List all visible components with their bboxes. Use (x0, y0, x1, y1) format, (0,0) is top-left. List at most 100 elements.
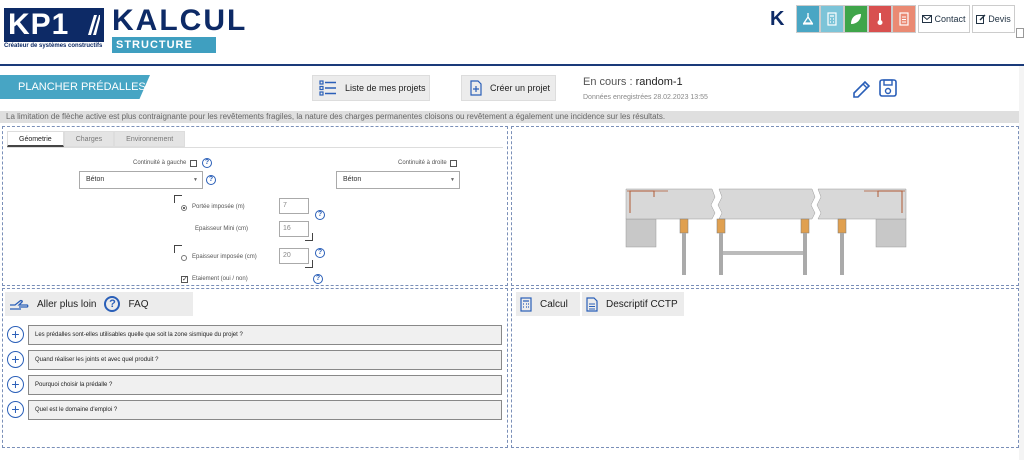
chevron-down-icon: ▼ (450, 177, 455, 183)
geometry-tabs: Géometrie Charges Environnement (7, 131, 186, 147)
plus-icon[interactable]: + (7, 326, 24, 343)
save-icon[interactable] (878, 78, 898, 98)
side-toggle[interactable] (1016, 28, 1024, 38)
page-scrollbar[interactable] (1019, 66, 1024, 460)
faq-panel: Aller plus loin ? FAQ + Les prédalles so… (2, 288, 508, 448)
pencil-ruler-icon[interactable] (851, 78, 873, 100)
cctp-label: Descriptif CCTP (606, 298, 678, 310)
slab-left (625, 188, 716, 220)
prop-post (719, 233, 723, 275)
mail-icon (922, 15, 933, 23)
continuity-right-checkbox[interactable] (450, 160, 457, 167)
lamp-icon[interactable] (796, 5, 820, 33)
faq-item[interactable]: + Les prédalles sont-elles utilisables q… (7, 325, 503, 345)
epaisseur-mini-label: Epaisseur Mini (cm) (195, 226, 249, 232)
epaisseur-imposee-radio[interactable] (181, 255, 187, 261)
tab-geometrie[interactable]: Géometrie (7, 131, 64, 147)
prop-post (803, 233, 807, 275)
faq-question[interactable]: Pourquoi choisir la prédalle ? (28, 375, 502, 395)
current-project-name: random-1 (635, 76, 683, 88)
slab-section-drawing (625, 188, 907, 275)
material-right-select[interactable]: Béton ▼ (336, 171, 460, 189)
prop-head (837, 218, 847, 234)
prop-head (716, 218, 726, 234)
plus-icon[interactable]: + (7, 376, 24, 393)
portee-radio[interactable] (181, 205, 187, 211)
faq-question[interactable]: Les prédalles sont-elles utilisables que… (28, 325, 502, 345)
calculation-panel: Calcul Descriptif CCTP (511, 288, 1019, 448)
cctp-button[interactable]: Descriptif CCTP (582, 292, 684, 316)
prop-beam (723, 251, 803, 255)
slab-middle (717, 188, 816, 220)
thermometer-icon[interactable] (868, 5, 892, 33)
help-icon[interactable]: ? (202, 158, 212, 168)
info-banner: La limitation de flèche active est plus … (0, 111, 1024, 123)
faq-question[interactable]: Quel est le domaine d'emploi ? (28, 400, 502, 420)
calcul-label: Calcul (540, 298, 568, 310)
leaf-icon[interactable] (844, 5, 868, 33)
calcul-button[interactable]: Calcul (516, 292, 580, 316)
logo-tagline: Créateur de systèmes constructifs (4, 43, 103, 49)
project-list-button[interactable]: Liste de mes projets (312, 75, 430, 101)
aller-plus-loin-link[interactable]: Aller plus loin (37, 299, 96, 310)
kp1-logo[interactable]: KP1 (4, 8, 104, 42)
faq-question[interactable]: Quand réaliser les joints et avec quel p… (28, 350, 502, 370)
continuity-left-checkbox[interactable] (190, 160, 197, 167)
continuity-left-label: Continuité à gauche (133, 160, 187, 166)
left-support (625, 218, 657, 248)
prop-post (682, 233, 686, 275)
section-drawing-panel (511, 126, 1019, 286)
faq-item[interactable]: + Quand réaliser les joints et avec quel… (7, 350, 503, 370)
contact-button[interactable]: Contact (918, 5, 970, 33)
create-project-label: Créer un projet (490, 83, 551, 93)
project-list-label: Liste de mes projets (345, 83, 426, 93)
prop-head (679, 218, 689, 234)
material-left-select[interactable]: Béton ▼ (79, 171, 203, 189)
devis-label: Devis (988, 14, 1011, 24)
current-project: En cours : random-1 (583, 76, 683, 88)
k-logo[interactable]: K (770, 8, 784, 31)
help-icon[interactable]: ? (206, 175, 216, 185)
faq-link[interactable]: FAQ (128, 299, 148, 310)
help-icon[interactable]: ? (315, 210, 325, 220)
faq-header: Aller plus loin ? FAQ (5, 292, 193, 316)
help-icon[interactable]: ? (315, 248, 325, 258)
portee-input[interactable]: 7 (279, 198, 309, 214)
calculator-icon (520, 296, 532, 312)
faq-item[interactable]: + Quel est le domaine d'emploi ? (7, 400, 503, 420)
plus-icon[interactable]: + (7, 401, 24, 418)
edit-icon (976, 14, 986, 24)
current-project-prefix: En cours : (583, 76, 636, 88)
logo-slash-icon (88, 15, 100, 35)
tab-charges[interactable]: Charges (63, 131, 115, 147)
document-icon (586, 296, 598, 312)
logo-main-text: KP1 (8, 8, 70, 41)
app-logo: KALCUL (112, 4, 248, 37)
prop-post (840, 233, 844, 275)
slab-right (816, 188, 907, 220)
group-bracket (174, 245, 182, 253)
plus-icon[interactable]: + (7, 351, 24, 368)
group-bracket (305, 233, 313, 241)
continuity-right-label: Continuité à droite (398, 160, 447, 166)
help-icon[interactable]: ? (313, 274, 323, 284)
tab-divider (7, 147, 503, 148)
faq-item[interactable]: + Pourquoi choisir la prédalle ? (7, 375, 503, 395)
document-icon[interactable] (892, 5, 916, 33)
geometry-panel: Géometrie Charges Environnement Continui… (2, 126, 508, 286)
saved-timestamp: Données enregistrées 28.02.2023 13:55 (583, 94, 708, 101)
create-project-button[interactable]: Créer un projet (461, 75, 556, 101)
group-bracket (174, 195, 182, 203)
material-left-value: Béton (86, 176, 105, 183)
header: KP1 Créateur de systèmes constructifs KA… (0, 0, 1024, 66)
tab-environnement[interactable]: Environnement (114, 131, 186, 147)
devis-button[interactable]: Devis (972, 5, 1015, 33)
chevron-down-icon: ▼ (193, 177, 198, 183)
question-icon: ? (104, 296, 121, 312)
hand-icon (10, 299, 29, 310)
group-bracket (305, 260, 313, 268)
epaisseur-imposee-label: Epaisseur imposée (cm) (192, 254, 257, 260)
calculator-icon[interactable] (820, 5, 844, 33)
page-title: PLANCHER PRÉDALLES (0, 75, 150, 99)
etaiement-checkbox[interactable]: ✓ (181, 276, 188, 283)
